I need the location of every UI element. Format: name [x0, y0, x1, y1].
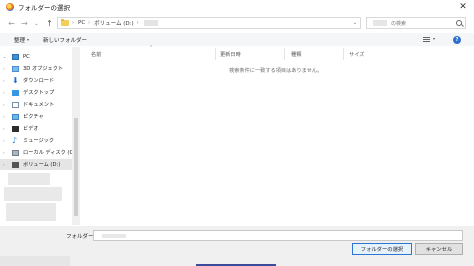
picture-icon — [12, 113, 19, 120]
close-button[interactable]: ✕ — [458, 2, 468, 12]
sidebar-item-label: デスクトップ — [23, 90, 55, 96]
sidebar-item-downloads[interactable]: › ⬇ ダウンロード — [0, 75, 72, 86]
empty-message: 検索条件に一致する項目はありません。 — [229, 68, 323, 74]
sidebar-item-label: ビデオ — [23, 126, 39, 132]
search-redacted — [373, 20, 387, 26]
breadcrumb-pc[interactable]: PC — [78, 20, 85, 26]
sidebar-item-volume-d[interactable]: › ボリューム (D:) — [0, 159, 72, 170]
search-box[interactable]: の検索 — [366, 17, 466, 29]
column-header-modified[interactable]: 更新日時 — [220, 51, 241, 58]
view-options-icon[interactable] — [423, 37, 430, 42]
back-button[interactable]: ← — [7, 19, 16, 28]
chevron-right-icon[interactable]: › — [3, 66, 5, 71]
redacted-area — [0, 256, 70, 266]
redacted-item — [4, 187, 62, 201]
address-bar[interactable]: › PC › ボリューム (D:) › ⌄ — [57, 17, 361, 29]
app-icon — [6, 3, 14, 11]
chevron-down-icon[interactable]: ▾ — [433, 36, 435, 41]
up-button[interactable]: ↑ — [45, 19, 54, 28]
column-header-size[interactable]: サイズ — [349, 51, 364, 58]
redacted-item — [6, 203, 56, 221]
sidebar-item-videos[interactable]: › ビデオ — [0, 123, 72, 134]
select-folder-button[interactable]: フォルダーの選択 — [352, 243, 412, 255]
breadcrumb-redacted — [143, 20, 158, 26]
chevron-right-icon[interactable]: › — [3, 114, 5, 119]
music-icon: ♪ — [12, 135, 18, 145]
forward-button[interactable]: → — [20, 19, 29, 28]
command-bar: 整理 ▾ 新しいフォルダー ▾ ? — [0, 33, 474, 46]
redacted-item — [8, 173, 50, 185]
chevron-right-icon[interactable]: › — [3, 138, 5, 143]
chevron-down-icon: ▾ — [27, 37, 30, 42]
nav-scrollbar-thumb[interactable] — [74, 118, 78, 216]
dialog-footer: フォルダー: フォルダーの選択 キャンセル — [0, 226, 474, 266]
navigation-pane[interactable]: ⌄ PC › 3D オブジェクト › ⬇ ダウンロード › デスクトップ › ド… — [0, 47, 80, 225]
sidebar-item-pictures[interactable]: › ピクチャ — [0, 111, 72, 122]
recent-locations-button[interactable]: ⌄ — [32, 19, 41, 28]
column-header-type[interactable]: 種類 — [291, 51, 301, 58]
folder-input[interactable] — [93, 230, 463, 241]
sidebar-item-music[interactable]: › ♪ ミュージック — [0, 135, 72, 146]
search-icon — [456, 20, 462, 26]
chevron-right-icon[interactable]: › — [3, 126, 5, 131]
address-row: ← → ⌄ ↑ › PC › ボリューム (D:) › ⌄ の検索 — [0, 15, 474, 32]
sort-indicator-icon: ⌃ — [149, 45, 154, 51]
pc-icon — [12, 53, 19, 60]
breadcrumb-volume-d[interactable]: ボリューム (D:) — [94, 19, 133, 27]
sidebar-item-documents[interactable]: › ドキュメント — [0, 99, 72, 110]
folder-icon — [61, 19, 69, 26]
breadcrumb-separator: › — [72, 20, 74, 26]
cancel-button[interactable]: キャンセル — [415, 243, 463, 255]
3d-objects-icon — [12, 65, 19, 72]
chevron-right-icon[interactable]: › — [3, 102, 5, 107]
help-icon[interactable]: ? — [453, 36, 461, 44]
column-divider[interactable] — [215, 48, 216, 60]
document-icon — [12, 101, 19, 108]
column-divider[interactable] — [343, 48, 344, 60]
sidebar-item-local-disk-c[interactable]: › ローカル ディスク (C — [0, 147, 74, 158]
sidebar-item-desktop[interactable]: › デスクトップ — [0, 87, 72, 98]
address-dropdown-button[interactable]: ⌄ — [353, 20, 357, 26]
local-disk-icon — [12, 149, 19, 156]
chevron-right-icon[interactable]: › — [3, 90, 5, 95]
sidebar-item-label: 3D オブジェクト — [23, 66, 64, 72]
sidebar-item-label: ドキュメント — [23, 102, 55, 108]
sidebar-item-label: ピクチャ — [23, 114, 44, 120]
sidebar-item-3d-objects[interactable]: › 3D オブジェクト — [0, 63, 72, 74]
chevron-right-icon[interactable]: › — [3, 150, 5, 155]
sidebar-item-label: ローカル ディスク (C — [23, 150, 74, 156]
folder-label: フォルダー: — [66, 234, 96, 240]
search-placeholder: の検索 — [391, 20, 407, 27]
column-header-name[interactable]: 名前 — [91, 51, 101, 58]
sidebar-item-label: PC — [23, 53, 30, 60]
window-title: フォルダーの選択 — [18, 4, 70, 12]
organize-button[interactable]: 整理 — [14, 36, 25, 44]
sidebar-item-pc[interactable]: ⌄ PC — [0, 51, 72, 62]
sidebar-item-label: ダウンロード — [23, 78, 55, 84]
sidebar-item-label: ミュージック — [23, 138, 55, 144]
chevron-right-icon[interactable]: › — [3, 78, 5, 83]
file-list[interactable]: 名前 ⌃ 更新日時 種類 サイズ 検索条件に一致する項目はありません。 — [81, 45, 474, 225]
video-icon — [12, 125, 19, 132]
chevron-right-icon[interactable]: › — [3, 162, 5, 167]
breadcrumb-separator: › — [136, 20, 139, 26]
new-folder-button[interactable]: 新しいフォルダー — [43, 36, 87, 44]
sidebar-item-label: ボリューム (D:) — [23, 162, 61, 168]
breadcrumb-separator: › — [88, 20, 91, 26]
download-icon: ⬇ — [12, 75, 19, 85]
folder-input-redacted — [102, 234, 126, 238]
chevron-down-icon[interactable]: ⌄ — [3, 54, 6, 59]
volume-icon — [12, 161, 19, 168]
desktop-icon — [12, 89, 19, 96]
title-bar: フォルダーの選択 ✕ — [0, 0, 474, 14]
column-divider[interactable] — [284, 48, 285, 60]
